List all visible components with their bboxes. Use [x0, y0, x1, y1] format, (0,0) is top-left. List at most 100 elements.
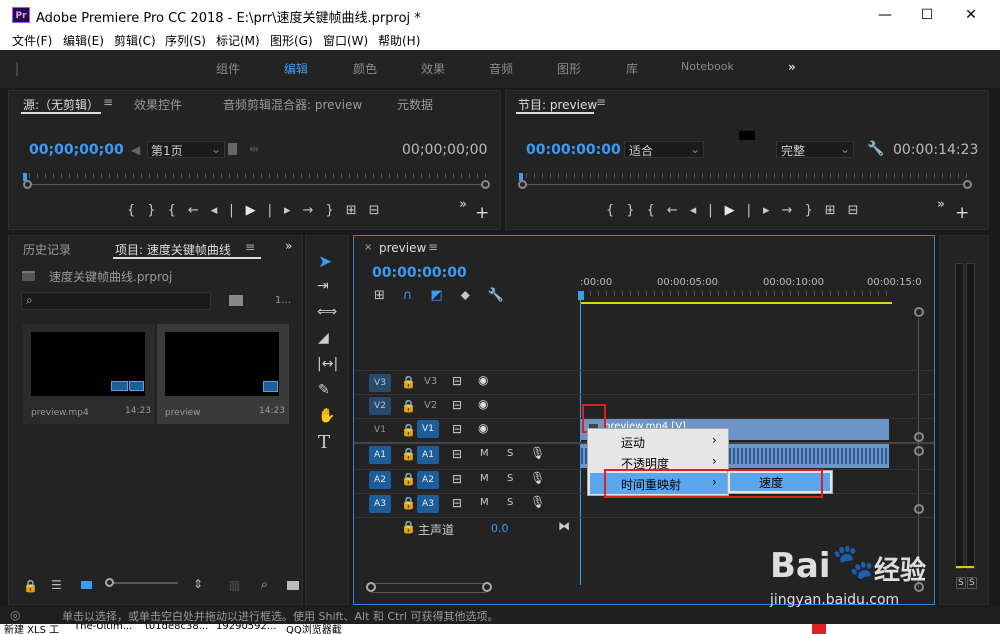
menu-sequence[interactable]: 序列(S) [165, 32, 206, 49]
scroll-handle-right[interactable] [482, 582, 492, 592]
mute-button[interactable]: M [480, 497, 489, 508]
menu-file[interactable]: 文件(F) [12, 32, 52, 49]
play-icon[interactable]: ▶ [725, 203, 747, 218]
taskbar-app-icon[interactable] [812, 624, 826, 634]
solo-left-button[interactable]: S [956, 577, 966, 589]
mark-in-icon[interactable]: { [127, 203, 147, 218]
sync-lock-icon[interactable]: ⊟ [452, 447, 462, 461]
timeline-settings-wrench-icon[interactable]: 🔧 [488, 288, 522, 303]
icon-view-icon[interactable] [81, 581, 92, 589]
add-button-icon[interactable]: + [955, 203, 969, 223]
tab-source[interactable]: 源:（无剪辑） [23, 96, 99, 113]
prev-page-icon[interactable]: ◀ [131, 143, 140, 157]
linked-selection-icon[interactable]: ◩ [430, 288, 460, 303]
track-select-tool-icon[interactable]: ⇥ [317, 278, 329, 294]
step-forward-icon[interactable]: |▸ [747, 203, 782, 218]
horizontal-scrollbar[interactable] [368, 583, 490, 593]
track-lock-icon[interactable]: 🔒 [401, 375, 416, 389]
ripple-edit-tool-icon[interactable]: ⟺ [317, 304, 337, 320]
menu-marker[interactable]: 标记(M) [216, 32, 260, 49]
more-controls-icon[interactable]: » [459, 197, 467, 212]
track-source-a3[interactable]: A3 [369, 495, 391, 513]
taskbar-item[interactable]: QQ浏览器截 [286, 624, 342, 634]
solo-right-button[interactable]: S [967, 577, 977, 589]
tab-history[interactable]: 历史记录 [23, 241, 71, 258]
workspace-effects[interactable]: 效果 [421, 60, 445, 77]
menu-window[interactable]: 窗口(W) [323, 32, 368, 49]
zoom-slider[interactable] [108, 582, 178, 584]
menu-edit[interactable]: 编辑(E) [63, 32, 104, 49]
sync-lock-icon[interactable]: ⊟ [452, 496, 462, 510]
workspace-graphics[interactable]: 图形 [557, 60, 581, 77]
menu-help[interactable]: 帮助(H) [378, 32, 420, 49]
solo-button[interactable]: S [507, 497, 513, 508]
slip-tool-icon[interactable]: |↔| [317, 356, 338, 372]
sync-lock-icon[interactable]: ⊟ [452, 398, 462, 412]
microphone-icon[interactable]: 🎙 [530, 495, 545, 509]
solo-button[interactable]: S [507, 473, 513, 484]
go-to-in-icon[interactable]: {← [168, 203, 211, 218]
vertical-scroll-handle-mid[interactable] [914, 432, 924, 442]
zoom-handle-left[interactable] [23, 180, 32, 189]
new-bin-icon[interactable] [229, 295, 243, 306]
track-lock-icon[interactable]: 🔒 [401, 399, 416, 413]
tab-effect-controls[interactable]: 效果控件 [134, 96, 182, 113]
project-panel-menu-icon[interactable]: ≡ [245, 240, 255, 254]
tab-program[interactable]: 节目: preview [518, 96, 597, 113]
tab-audio-clip-mixer[interactable]: 音频剪辑混合器: preview [223, 96, 362, 113]
program-panel-menu-icon[interactable]: ≡ [596, 95, 606, 109]
workspace-assembly[interactable]: 组件 [216, 60, 240, 77]
track-source-v2[interactable]: V2 [369, 397, 391, 415]
scroll-handle-left[interactable] [366, 582, 376, 592]
taskbar-item[interactable]: The-Ultim... [74, 624, 132, 632]
track-target-v1[interactable]: V1 [417, 420, 439, 438]
eye-icon[interactable]: ◉ [478, 397, 488, 411]
workspace-notebook[interactable]: Notebook [681, 60, 734, 73]
panel-menu-icon[interactable]: ≡ [103, 95, 113, 109]
go-to-in-icon[interactable]: {← [647, 203, 690, 218]
program-zoom-bar[interactable] [523, 184, 969, 185]
hand-tool-icon[interactable]: ✋ [318, 408, 335, 424]
eye-icon[interactable]: ◉ [478, 373, 488, 387]
taskbar-item[interactable]: 新建 XLS 工 [4, 624, 59, 634]
track-target-a1[interactable]: A1 [417, 446, 439, 464]
workspace-more-button[interactable]: » [788, 60, 796, 74]
vertical-scroll-handle-top[interactable] [914, 307, 924, 317]
source-current-timecode[interactable]: 00;00;00;00 [29, 142, 124, 158]
menu-graphics[interactable]: 图形(G) [270, 32, 313, 49]
microphone-icon[interactable]: 🎙 [530, 471, 545, 485]
program-zoom-handle-left[interactable] [518, 180, 527, 189]
workspace-audio[interactable]: 音频 [489, 60, 513, 77]
zoom-handle-right[interactable] [481, 180, 490, 189]
track-lock-icon[interactable]: 🔒 [401, 447, 416, 461]
lift-icon[interactable]: ⊞ [825, 203, 848, 218]
new-bin-bottom-icon[interactable] [287, 581, 299, 590]
mark-in-icon[interactable]: { [606, 203, 626, 218]
source-zoom-bar[interactable] [26, 184, 488, 185]
menu-clip[interactable]: 剪辑(C) [114, 32, 156, 49]
track-source-v1[interactable]: V1 [369, 421, 391, 439]
master-volume-value[interactable]: 0.0 [491, 522, 509, 535]
timeline-menu-icon[interactable]: ≡ [428, 240, 438, 254]
step-back-icon[interactable]: ◂| [211, 203, 246, 218]
add-marker-icon[interactable]: ⬥ [461, 288, 488, 303]
project-search-input[interactable]: ⌕ [21, 292, 211, 310]
more-controls-icon[interactable]: » [937, 197, 945, 212]
track-target-a3[interactable]: A3 [417, 495, 439, 513]
play-icon[interactable]: ▶ [246, 203, 268, 218]
timeline-playhead-handle[interactable] [578, 291, 584, 300]
program-zoom-handle-right[interactable] [963, 180, 972, 189]
source-ruler[interactable] [29, 173, 487, 179]
workspace-color[interactable]: 颜色 [353, 60, 377, 77]
taskbar-item[interactable]: t01de8c38... [145, 624, 208, 632]
track-lock-icon[interactable]: 🔒 [401, 472, 416, 486]
microphone-icon[interactable]: 🎙 [530, 446, 545, 460]
mute-button[interactable]: M [480, 448, 489, 459]
go-to-out-icon[interactable]: →} [782, 203, 825, 218]
tab-metadata[interactable]: 元数据 [397, 96, 433, 113]
context-menu-item-motion[interactable]: 运动 › [588, 431, 728, 451]
program-ruler[interactable] [526, 173, 968, 179]
step-forward-icon[interactable]: |▸ [268, 203, 303, 218]
timeline-timecode[interactable]: 00:00:00:00 [372, 265, 467, 281]
lock-icon[interactable]: 🔒 [23, 579, 38, 593]
